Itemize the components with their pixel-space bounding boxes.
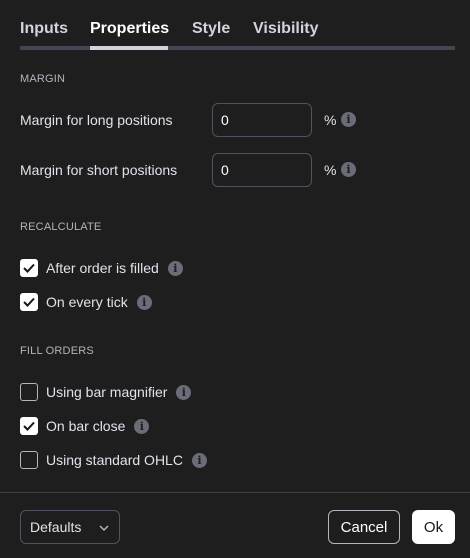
standard-ohlc-label: Using standard OHLC <box>46 452 183 468</box>
tab-inputs[interactable]: Inputs <box>20 20 68 38</box>
margin-short-label: Margin for short positions <box>20 162 178 178</box>
check-icon <box>23 297 35 307</box>
ok-button[interactable]: Ok <box>412 510 455 544</box>
checkbox-row-bar-magnifier[interactable]: Using bar magnifier i <box>20 382 192 402</box>
margin-short-input[interactable] <box>212 153 312 187</box>
check-icon <box>23 263 35 273</box>
checkbox-row-on-bar-close[interactable]: On bar close i <box>20 416 150 436</box>
bar-magnifier-checkbox[interactable] <box>20 383 38 401</box>
tab-bar: Inputs Properties Style Visibility <box>20 0 455 50</box>
info-icon[interactable]: i <box>176 384 192 400</box>
checkbox-row-on-every-tick[interactable]: On every tick i <box>20 292 152 312</box>
on-every-tick-checkbox[interactable] <box>20 293 38 311</box>
margin-long-unit: % <box>324 112 337 128</box>
margin-long-input[interactable] <box>212 103 312 137</box>
bar-magnifier-label: Using bar magnifier <box>46 384 168 400</box>
section-title-fill-orders: FILL ORDERS <box>20 345 94 357</box>
info-icon[interactable]: i <box>136 294 152 310</box>
check-icon <box>23 421 35 431</box>
footer-divider <box>0 492 470 493</box>
margin-short-unit: % <box>324 162 337 178</box>
on-bar-close-label: On bar close <box>46 418 126 434</box>
standard-ohlc-checkbox[interactable] <box>20 451 38 469</box>
checkbox-row-after-order-filled[interactable]: After order is filled i <box>20 258 183 278</box>
chevron-down-icon <box>99 525 109 532</box>
info-icon[interactable]: i <box>341 112 356 127</box>
after-order-filled-checkbox[interactable] <box>20 259 38 277</box>
tab-style[interactable]: Style <box>192 20 230 38</box>
info-icon[interactable]: i <box>167 260 183 276</box>
on-bar-close-checkbox[interactable] <box>20 417 38 435</box>
defaults-label: Defaults <box>30 519 82 535</box>
cancel-button[interactable]: Cancel <box>328 510 400 544</box>
checkbox-row-standard-ohlc[interactable]: Using standard OHLC i <box>20 450 207 470</box>
active-tab-indicator <box>90 46 168 50</box>
info-icon[interactable]: i <box>134 418 150 434</box>
margin-long-label: Margin for long positions <box>20 112 173 128</box>
tab-visibility[interactable]: Visibility <box>253 20 319 38</box>
tab-properties[interactable]: Properties <box>90 20 169 38</box>
section-title-recalculate: RECALCULATE <box>20 221 102 233</box>
defaults-dropdown[interactable]: Defaults <box>20 510 120 544</box>
after-order-filled-label: After order is filled <box>46 260 159 276</box>
section-title-margin: MARGIN <box>20 73 66 85</box>
info-icon[interactable]: i <box>191 452 207 468</box>
info-icon[interactable]: i <box>341 162 356 177</box>
on-every-tick-label: On every tick <box>46 294 128 310</box>
